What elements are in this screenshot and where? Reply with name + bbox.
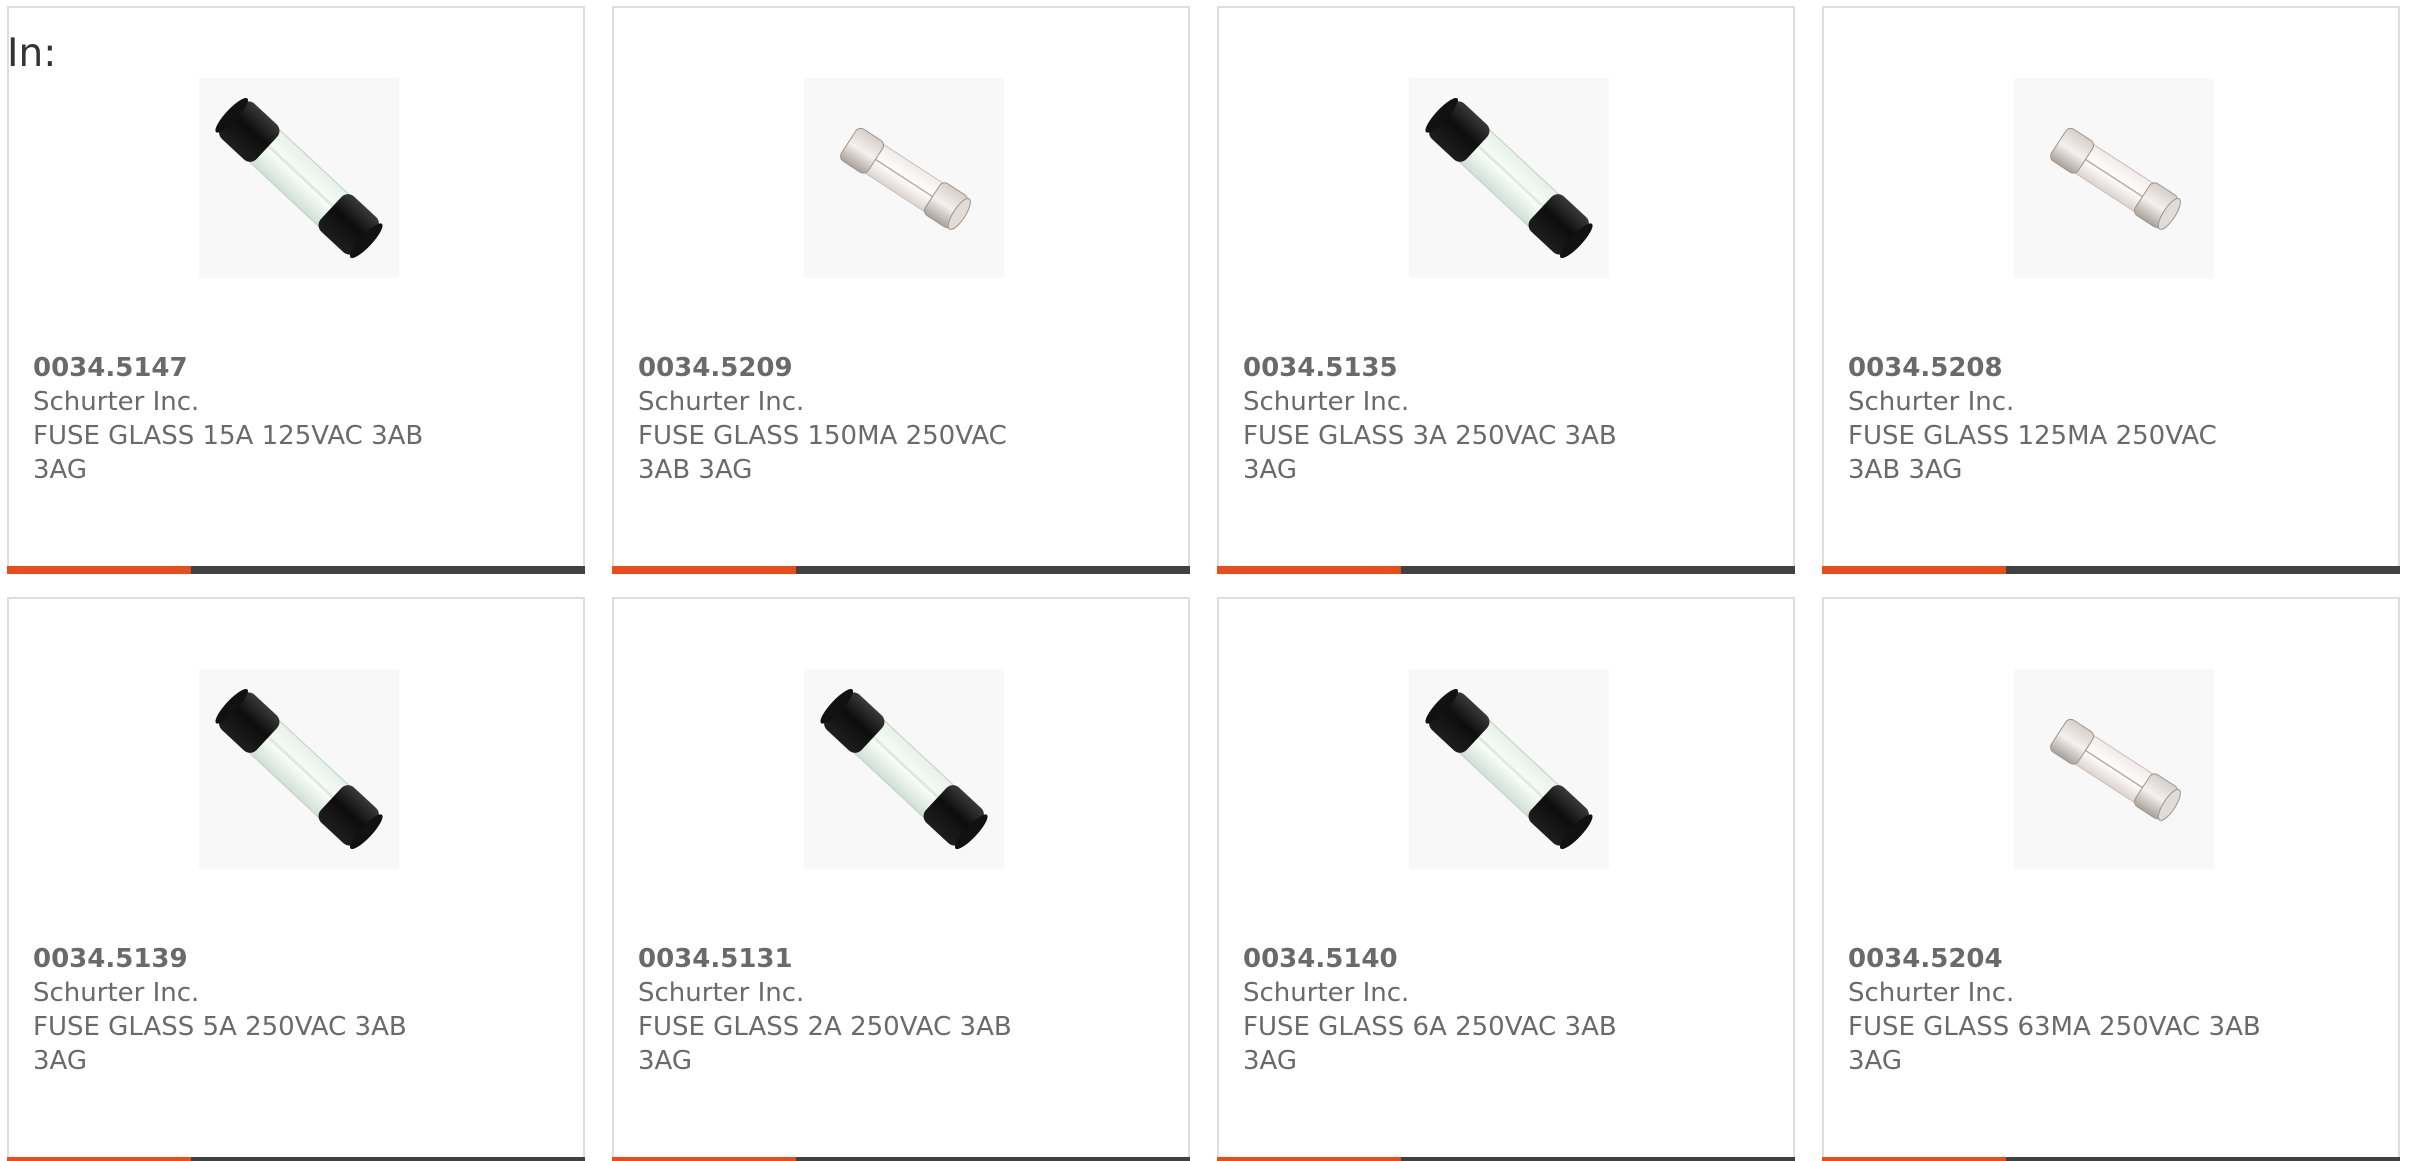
part-number-link[interactable]: 0034.5131: [638, 942, 1058, 976]
product-info: 0034.5135 Schurter Inc. FUSE GLASS 3A 25…: [1243, 351, 1663, 487]
black-cap-fuse-icon: [199, 669, 399, 869]
card-footer-bar: [1822, 566, 2400, 574]
part-number-link[interactable]: 0034.5147: [33, 351, 453, 385]
card-footer-bar: [7, 566, 585, 574]
product-info: 0034.5139 Schurter Inc. FUSE GLASS 5A 25…: [33, 942, 453, 1078]
part-number-link[interactable]: 0034.5135: [1243, 351, 1663, 385]
card-footer-accent: [612, 566, 796, 574]
silver-cap-fuse-icon: [804, 78, 1004, 278]
product-card[interactable]: 0034.5208 Schurter Inc. FUSE GLASS 125MA…: [1822, 6, 2400, 574]
card-footer-accent: [7, 1157, 191, 1161]
product-card[interactable]: 0034.5147 Schurter Inc. FUSE GLASS 15A 1…: [7, 6, 585, 574]
silver-cap-fuse-icon: [2014, 78, 2214, 278]
manufacturer: Schurter Inc.: [33, 387, 200, 417]
manufacturer: Schurter Inc.: [638, 978, 805, 1008]
product-card[interactable]: 0034.5209 Schurter Inc. FUSE GLASS 150MA…: [612, 6, 1190, 574]
product-card[interactable]: 0034.5131 Schurter Inc. FUSE GLASS 2A 25…: [612, 597, 1190, 1161]
card-footer-accent: [612, 1157, 796, 1161]
silver-cap-fuse-icon: [2014, 669, 2214, 869]
section-heading: In:: [7, 31, 57, 76]
product-info: 0034.5208 Schurter Inc. FUSE GLASS 125MA…: [1848, 351, 2268, 487]
card-footer-accent: [1822, 1157, 2006, 1161]
card-footer-bar: [612, 566, 1190, 574]
description: FUSE GLASS 63MA 250VAC 3AB 3AG: [1848, 1012, 2261, 1076]
product-info: 0034.5131 Schurter Inc. FUSE GLASS 2A 25…: [638, 942, 1058, 1078]
manufacturer: Schurter Inc.: [33, 978, 200, 1008]
description: FUSE GLASS 2A 250VAC 3AB 3AG: [638, 1012, 1012, 1076]
product-grid-page: In: 0034.5147 Schurter Inc. FUSE GLASS 1…: [0, 0, 2410, 1161]
card-footer-bar: [612, 1157, 1190, 1161]
card-footer-accent: [1822, 566, 2006, 574]
card-footer-accent: [7, 566, 191, 574]
black-cap-fuse-icon: [199, 78, 399, 278]
description: FUSE GLASS 6A 250VAC 3AB 3AG: [1243, 1012, 1617, 1076]
part-number-link[interactable]: 0034.5140: [1243, 942, 1663, 976]
black-cap-fuse-icon: [804, 669, 1004, 869]
card-footer-accent: [1217, 1157, 1401, 1161]
part-number-link[interactable]: 0034.5209: [638, 351, 1058, 385]
card-footer-accent: [1217, 566, 1401, 574]
part-number-link[interactable]: 0034.5204: [1848, 942, 2268, 976]
card-footer-bar: [1822, 1157, 2400, 1161]
black-cap-fuse-icon: [1409, 78, 1609, 278]
part-number-link[interactable]: 0034.5208: [1848, 351, 2268, 385]
description: FUSE GLASS 15A 125VAC 3AB 3AG: [33, 421, 424, 485]
product-card[interactable]: 0034.5135 Schurter Inc. FUSE GLASS 3A 25…: [1217, 6, 1795, 574]
product-card[interactable]: 0034.5139 Schurter Inc. FUSE GLASS 5A 25…: [7, 597, 585, 1161]
manufacturer: Schurter Inc.: [1243, 978, 1410, 1008]
manufacturer: Schurter Inc.: [1848, 387, 2015, 417]
description: FUSE GLASS 125MA 250VAC 3AB 3AG: [1848, 421, 2217, 485]
manufacturer: Schurter Inc.: [1848, 978, 2015, 1008]
description: FUSE GLASS 5A 250VAC 3AB 3AG: [33, 1012, 407, 1076]
manufacturer: Schurter Inc.: [638, 387, 805, 417]
manufacturer: Schurter Inc.: [1243, 387, 1410, 417]
description: FUSE GLASS 3A 250VAC 3AB 3AG: [1243, 421, 1617, 485]
card-footer-bar: [1217, 566, 1795, 574]
product-card[interactable]: 0034.5140 Schurter Inc. FUSE GLASS 6A 25…: [1217, 597, 1795, 1161]
product-info: 0034.5209 Schurter Inc. FUSE GLASS 150MA…: [638, 351, 1058, 487]
product-info: 0034.5140 Schurter Inc. FUSE GLASS 6A 25…: [1243, 942, 1663, 1078]
card-footer-bar: [1217, 1157, 1795, 1161]
product-info: 0034.5147 Schurter Inc. FUSE GLASS 15A 1…: [33, 351, 453, 487]
part-number-link[interactable]: 0034.5139: [33, 942, 453, 976]
product-info: 0034.5204 Schurter Inc. FUSE GLASS 63MA …: [1848, 942, 2268, 1078]
black-cap-fuse-icon: [1409, 669, 1609, 869]
card-footer-bar: [7, 1157, 585, 1161]
product-card[interactable]: 0034.5204 Schurter Inc. FUSE GLASS 63MA …: [1822, 597, 2400, 1161]
description: FUSE GLASS 150MA 250VAC 3AB 3AG: [638, 421, 1007, 485]
